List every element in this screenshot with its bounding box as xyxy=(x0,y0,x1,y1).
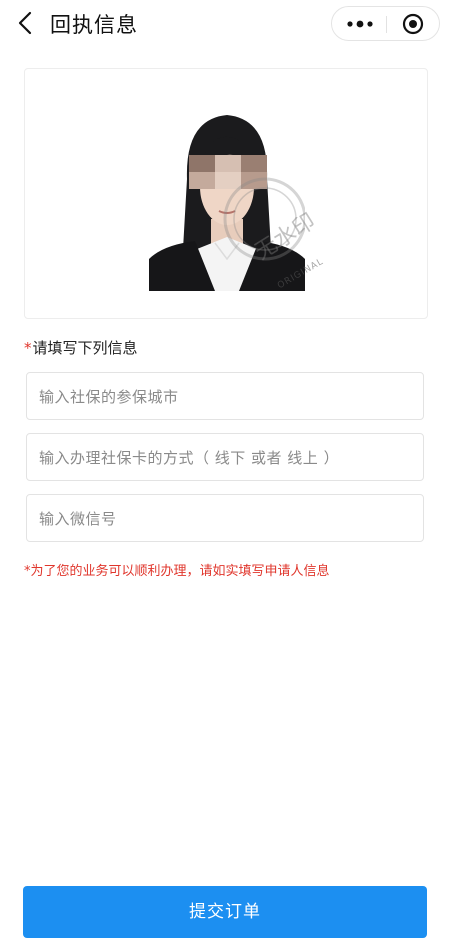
id-photo xyxy=(149,109,305,291)
info-note: *为了您的业务可以顺利办理，请如实填写申请人信息 xyxy=(24,564,330,579)
chevron-left-icon[interactable] xyxy=(14,10,38,36)
input-placeholder: 输入微信号 xyxy=(39,510,117,528)
more-dots-icon[interactable] xyxy=(344,15,376,33)
capsule-divider xyxy=(386,16,387,33)
social-security-city-input[interactable]: 输入社保的参保城市 xyxy=(26,372,424,420)
card-method-input[interactable]: 输入办理社保卡的方式（ 线下 或者 线上 ） xyxy=(26,433,424,481)
nav-bar: 回执信息 xyxy=(0,0,450,48)
section-label: *请填写下列信息 xyxy=(24,337,138,358)
section-label-text: 请填写下列信息 xyxy=(32,339,138,357)
mini-program-capsule xyxy=(331,6,440,41)
page-title: 回执信息 xyxy=(50,13,138,37)
required-mark: * xyxy=(24,339,32,357)
receipt-photo-card: 无水印 ORIGINAL xyxy=(24,68,428,319)
input-placeholder: 输入社保的参保城市 xyxy=(39,388,179,406)
input-placeholder: 输入办理社保卡的方式（ 线下 或者 线上 ） xyxy=(39,449,340,467)
wechat-id-input[interactable]: 输入微信号 xyxy=(26,494,424,542)
submit-order-button[interactable]: 提交订单 xyxy=(23,886,427,938)
target-circle-icon[interactable] xyxy=(402,13,424,35)
